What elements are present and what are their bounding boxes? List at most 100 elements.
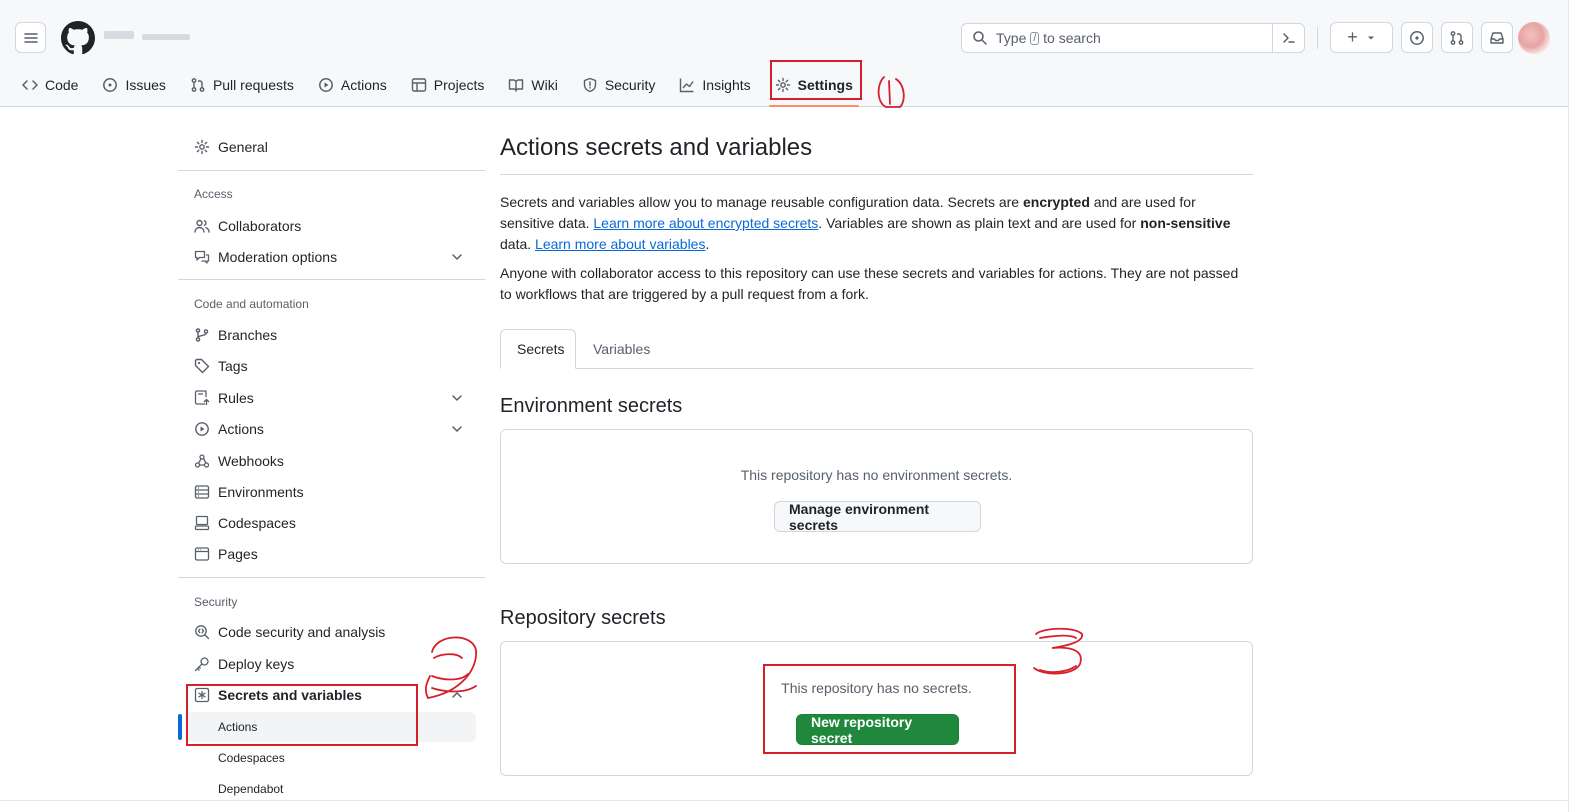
annotation-mark-3 <box>1033 627 1083 675</box>
nav-tab-security[interactable]: Security <box>574 70 664 100</box>
search-placeholder-suffix: to search <box>1043 30 1101 46</box>
sidebar-item-collaborators[interactable]: Collaborators <box>186 211 476 241</box>
redacted-repo-name <box>142 34 190 40</box>
nav-tab-label: Code <box>45 77 79 93</box>
git-branch-icon <box>195 328 209 342</box>
sidebar-item-rules[interactable]: Rules <box>186 383 476 413</box>
sidebar-item-tags[interactable]: Tags <box>186 351 476 381</box>
collaborator-note: Anyone with collaborator access to this … <box>500 265 1239 302</box>
annotation-box-new-secret <box>763 664 1016 754</box>
intro-text: . Variables are shown as plain text and … <box>818 215 1141 231</box>
sidebar-item-environments[interactable]: Environments <box>186 477 476 507</box>
codespaces-icon <box>194 515 210 531</box>
manage-environment-secrets-button[interactable]: Manage environment secrets <box>774 501 981 533</box>
tab-secrets[interactable]: Secrets <box>500 329 576 369</box>
user-avatar[interactable] <box>1518 22 1550 54</box>
main-content: Actions secrets and variables Secrets an… <box>500 130 1253 776</box>
secrets-variables-tabs: Secrets Variables <box>500 329 1253 369</box>
learn-more-secrets-link[interactable]: Learn more about encrypted secrets <box>593 215 818 231</box>
sidebar-item-pages[interactable]: Pages <box>186 539 476 569</box>
chevron-down-icon <box>452 254 462 261</box>
nav-tab-wiki[interactable]: Wiki <box>500 70 565 100</box>
triangle-down-icon <box>1367 36 1374 39</box>
sidebar-item-label: General <box>218 139 268 155</box>
your-pull-requests-button[interactable] <box>1441 22 1473 53</box>
sidebar-item-branches[interactable]: Branches <box>186 320 476 350</box>
sidebar-item-label: Code security and analysis <box>218 624 386 640</box>
search-icon <box>973 31 987 45</box>
nav-tab-actions[interactable]: Actions <box>310 70 395 100</box>
sidebar-subitem-codespaces[interactable]: Codespaces <box>186 743 476 773</box>
sidebar-item-general[interactable]: General <box>186 132 476 162</box>
sidebar-item-webhooks[interactable]: Webhooks <box>186 446 476 476</box>
annotation-box-secrets-and-variables <box>186 684 418 746</box>
sidebar-heading-code-and-automation: Code and automation <box>194 297 309 311</box>
plus-icon: + <box>1347 27 1358 47</box>
window-frame-right <box>1568 0 1589 812</box>
git-pull-request-icon <box>1450 30 1464 45</box>
sidebar-item-label: Codespaces <box>218 515 296 531</box>
sidebar-divider <box>178 577 485 578</box>
search-shortcut-key: / <box>1030 31 1040 45</box>
sidebar-item-moderation-options[interactable]: Moderation options <box>186 242 476 272</box>
sidebar-heading-security: Security <box>194 595 238 609</box>
intro-emphasis-encrypted: encrypted <box>1022 194 1090 210</box>
search-input[interactable]: Type / to search <box>961 23 1305 53</box>
sidebar-item-label: Actions <box>218 421 264 437</box>
learn-more-variables-link[interactable]: Learn more about variables <box>535 236 705 252</box>
inbox-button[interactable] <box>1481 22 1513 53</box>
command-palette-button[interactable] <box>1272 24 1304 52</box>
sidebar-item-actions[interactable]: Actions <box>186 414 476 444</box>
your-issues-button[interactable] <box>1401 22 1433 53</box>
nav-tab-label: Security <box>604 77 656 93</box>
nav-tab-issues[interactable]: Issues <box>94 70 173 100</box>
sidebar-active-indicator <box>178 714 182 740</box>
book-icon <box>509 79 524 92</box>
annotation-box-settings <box>770 60 862 100</box>
nav-tab-insights[interactable]: Insights <box>671 70 758 100</box>
graph-icon <box>680 78 694 93</box>
browser-icon <box>194 547 210 561</box>
intro-emphasis-non-sensitive: non-sensitive <box>1140 215 1231 231</box>
sidebar-item-label: Deploy keys <box>218 656 295 672</box>
repository-secrets-heading: Repository secrets <box>500 607 666 629</box>
webhook-icon <box>194 454 210 468</box>
nav-tab-label: Pull requests <box>212 77 294 93</box>
tag-icon <box>194 358 210 374</box>
code-icon <box>22 80 38 90</box>
intro-text: . <box>705 236 710 252</box>
codescan-icon <box>195 625 210 640</box>
hamburger-menu-button[interactable] <box>15 22 46 53</box>
comment-discussion-icon <box>194 250 210 264</box>
nav-tab-code[interactable]: Code <box>14 70 86 100</box>
sidebar-item-codespaces[interactable]: Codespaces <box>186 508 476 538</box>
sidebar-item-label: Rules <box>218 390 254 406</box>
sidebar-item-label: Tags <box>218 358 248 374</box>
nav-tab-pull-requests[interactable]: Pull requests <box>182 70 302 100</box>
environment-secrets-box: This repository has no environment secre… <box>500 429 1253 564</box>
environment-secrets-empty-message: This repository has no environment secre… <box>740 467 1013 483</box>
tab-variables[interactable]: Variables <box>577 329 666 369</box>
hamburger-icon <box>23 32 38 43</box>
sidebar-item-label: Moderation options <box>218 249 338 265</box>
github-logo-icon[interactable] <box>61 21 95 55</box>
page-title: Actions secrets and variables <box>500 130 1253 175</box>
intro-text: Secrets and variables allow you to manag… <box>500 194 1023 210</box>
nav-tab-label: Actions <box>340 77 387 93</box>
play-icon <box>195 422 209 436</box>
window-frame-bottom <box>0 800 1568 812</box>
pull-request-icon <box>191 78 205 92</box>
sidebar-item-label: Branches <box>218 327 278 343</box>
search-placeholder-prefix: Type <box>996 30 1027 46</box>
redacted-owner-name <box>104 31 134 39</box>
sidebar-divider <box>178 279 485 280</box>
nav-tab-label: Wiki <box>531 77 558 93</box>
chevron-down-icon <box>452 426 462 433</box>
issue-icon <box>103 78 118 92</box>
create-new-button[interactable]: + <box>1330 22 1393 53</box>
header-divider <box>1317 27 1318 49</box>
inbox-icon <box>1490 31 1504 44</box>
people-icon <box>194 219 210 233</box>
issue-opened-icon <box>1410 30 1424 45</box>
nav-tab-projects[interactable]: Projects <box>403 70 493 100</box>
